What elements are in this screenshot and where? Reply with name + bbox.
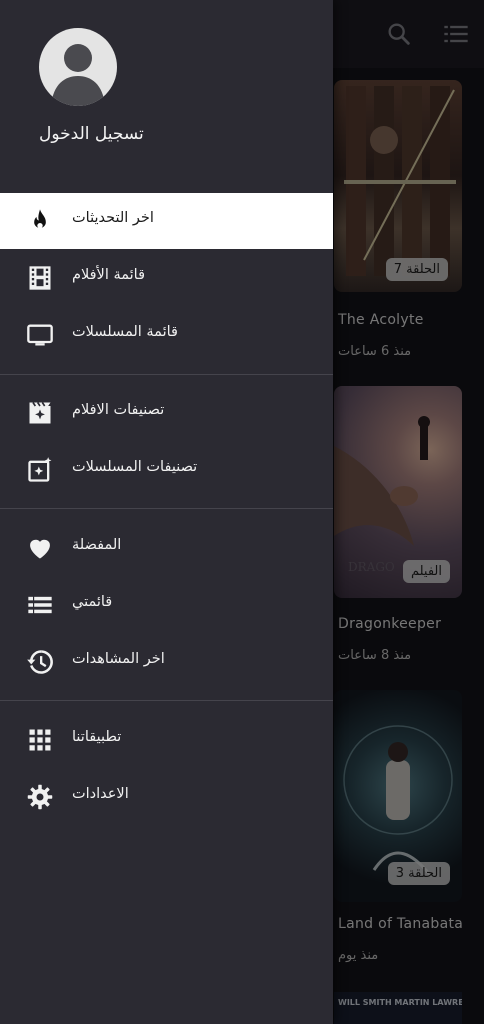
menu-item-label: قائمتي (72, 594, 113, 610)
menu-item-favorites[interactable]: المفضلة (0, 520, 333, 576)
sparkle-box-icon (28, 457, 52, 482)
menu-item-label: قائمة الأفلام (72, 267, 146, 283)
menu-item-label: الاعدادات (72, 786, 129, 802)
movie-sparkle-icon (29, 402, 51, 424)
menu-item-series-list[interactable]: قائمة المسلسلات (0, 307, 333, 363)
menu-item-label: تصنيفات الافلام (72, 402, 165, 418)
menu-item-watch-history[interactable]: اخر المشاهدات (0, 634, 333, 690)
tv-icon (27, 324, 53, 346)
menu-item-label: تصنيفات المسلسلات (72, 459, 198, 475)
menu-item-label: اخر التحديثات (72, 210, 154, 226)
menu-item-movie-categories[interactable]: تصنيفات الافلام (0, 385, 333, 441)
avatar[interactable] (39, 28, 117, 106)
gear-icon (27, 784, 53, 810)
heart-icon (30, 539, 50, 559)
divider (0, 700, 333, 701)
playlist-icon (28, 596, 52, 614)
menu-item-our-apps[interactable]: تطبيقاتنا (0, 712, 333, 768)
menu-item-settings[interactable]: الاعدادات (0, 769, 333, 825)
divider (0, 374, 333, 375)
menu-item-latest-updates[interactable]: اخر التحديثات (0, 193, 333, 249)
user-silhouette-icon (51, 44, 105, 106)
menu-item-movies-list[interactable]: قائمة الأفلام (0, 250, 333, 306)
history-icon (27, 650, 53, 674)
menu-item-my-list[interactable]: قائمتي (0, 577, 333, 633)
menu-item-label: قائمة المسلسلات (72, 324, 178, 340)
fire-icon (34, 209, 46, 229)
apps-grid-icon (29, 729, 51, 751)
login-label[interactable]: تسجيل الدخول (39, 124, 144, 144)
menu-item-label: المفضلة (72, 537, 122, 553)
menu-item-series-categories[interactable]: تصنيفات المسلسلات (0, 442, 333, 498)
menu-item-label: تطبيقاتنا (72, 729, 122, 745)
divider (0, 508, 333, 509)
menu-item-label: اخر المشاهدات (72, 651, 165, 667)
movie-icon (29, 266, 51, 290)
navigation-drawer: تسجيل الدخول اخر التحديثات قائمة الأفلام… (0, 0, 333, 1024)
